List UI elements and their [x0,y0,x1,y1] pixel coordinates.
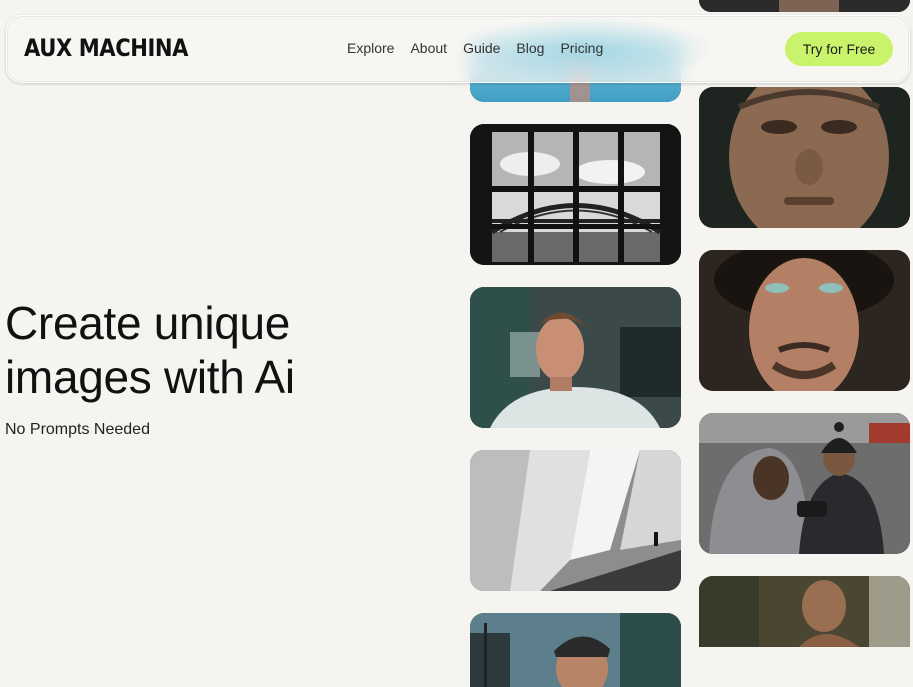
hero-title: Create unique images with Ai [5,296,295,404]
hero-title-line-1: Create unique [5,297,291,349]
logo[interactable]: AUX MACHINA [24,34,189,62]
landing-page: AUX MACHINA Explore About Guide Blog Pri… [0,0,913,687]
gallery-image-top-right[interactable] [699,0,910,12]
nav-link-about[interactable]: About [410,40,447,56]
gallery-image-shouting-man[interactable] [699,576,910,647]
nav-link-explore[interactable]: Explore [347,40,394,56]
gallery-image-architecture[interactable] [470,450,681,591]
top-navbar: AUX MACHINA Explore About Guide Blog Pri… [6,15,910,84]
gallery-image-bridge-window[interactable] [470,124,681,265]
nav-links: Explore About Guide Blog Pricing [347,40,619,56]
gallery-image-street-camera[interactable] [699,413,910,554]
gallery-image-curly-man[interactable] [699,250,910,391]
hero-title-line-2: images with Ai [5,351,295,403]
try-for-free-button[interactable]: Try for Free [785,32,893,66]
gallery-image-old-man[interactable] [699,87,910,228]
gallery-image-man-portrait[interactable] [470,287,681,428]
gallery-image-man-cap[interactable] [470,613,681,687]
nav-link-guide[interactable]: Guide [463,40,500,56]
nav-link-blog[interactable]: Blog [516,40,544,56]
hero-subtitle: No Prompts Needed [5,421,150,438]
nav-link-pricing[interactable]: Pricing [560,40,603,56]
